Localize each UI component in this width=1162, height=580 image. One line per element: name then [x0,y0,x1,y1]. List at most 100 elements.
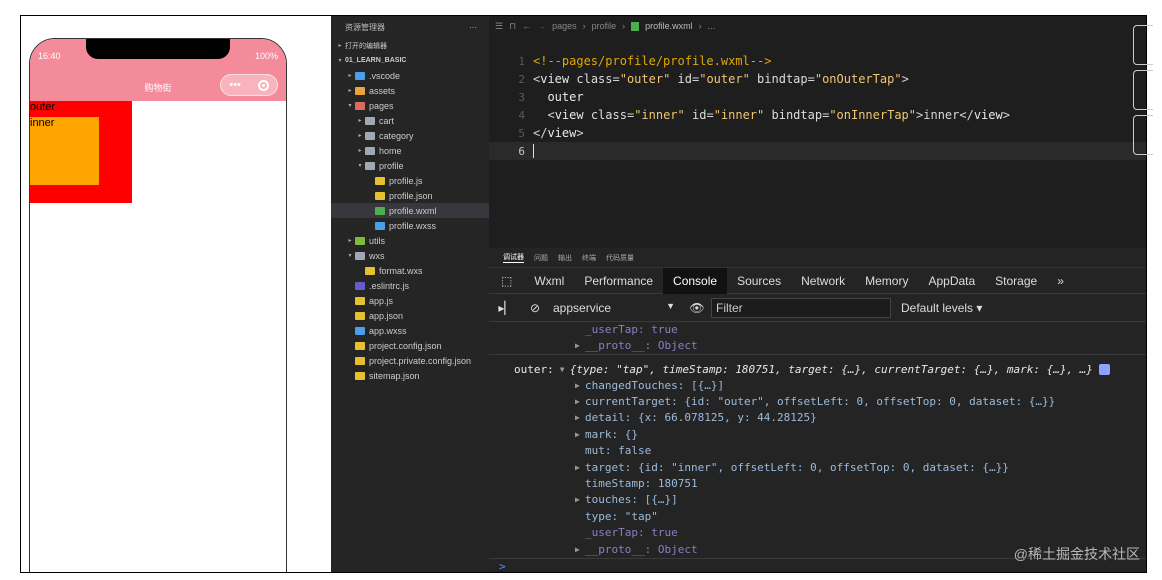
prop-text: timeStamp: 180751 [585,476,698,490]
tree-item[interactable]: profile.json [331,188,489,203]
tree-item[interactable]: ▾ wxs [331,248,489,263]
code-editor[interactable]: ☰ ⊓ ← → pages › profile › profile.wxml ›… [489,16,1146,248]
js-file-icon [375,176,385,185]
project-section[interactable]: ▾ 01_LEARN_BASIC [331,53,489,68]
edge-box [1133,115,1153,155]
levels-select[interactable]: Default levels ▾ [901,301,982,315]
explorer-more-button[interactable]: ··· [469,23,477,32]
tab-storage[interactable]: Storage [985,268,1047,294]
prop-text: type: "tap" [585,509,658,523]
tree-item[interactable]: format.wxs [331,263,489,278]
chevron-right-icon: ▸ [358,133,362,139]
code-line[interactable]: 6 [489,142,1146,160]
tree-item[interactable]: ▸ home [331,143,489,158]
tree-item[interactable]: sitemap.json [331,368,489,383]
log-prop[interactable]: ▶ __proto__: Object [575,337,698,353]
more-icon[interactable]: ••• [229,79,241,91]
tree-item-label: .vscode [369,70,401,81]
breadcrumb-item[interactable]: pages [552,21,577,31]
capsule-button[interactable]: ••• [220,74,278,96]
forward-icon[interactable]: → [537,21,546,31]
json-file-icon [375,191,385,200]
file-explorer: 资源管理器 ··· ▸ 打开的编辑器 ▾ 01_LEARN_BASIC ▸ .vs… [331,16,489,572]
tab-console[interactable]: Console [663,267,728,294]
breadcrumb-item[interactable]: profile [592,21,617,31]
chevron-right-icon: ▸ [348,88,352,94]
tree-item[interactable]: project.config.json [331,338,489,353]
tab-terminal[interactable]: 终端 [582,253,596,263]
tree-item[interactable]: ▸ cart [331,113,489,128]
code-line[interactable]: 2 <view class="outer" id="outer" bindtap=… [489,70,1146,88]
open-editors-section[interactable]: ▸ 打开的编辑器 [331,38,489,53]
tab-network[interactable]: Network [791,268,855,294]
bookmark-icon[interactable]: ⊓ [509,21,516,32]
log-prop[interactable]: ▶ changedTouches: [{…}] [575,377,724,393]
tab-debugger[interactable]: 调试器 [503,252,524,263]
prop-text: __proto__: Object [585,338,698,352]
filter-input[interactable]: Filter [711,297,891,318]
log-prop: _userTap: true [585,525,678,541]
tree-item-label: app.wxss [369,325,407,336]
log-prop[interactable]: ▶ mark: {} [575,426,638,442]
tree-item[interactable]: app.json [331,308,489,323]
tab-memory[interactable]: Memory [855,268,918,294]
battery-indicator: 100% [254,51,278,61]
tree-item[interactable]: app.wxss [331,323,489,338]
tree-item[interactable]: .eslintrc.js [331,278,489,293]
tree-item[interactable]: ▸ utils [331,233,489,248]
log-entry[interactable]: outer: ▼ {type: "tap", timeStamp: 180751… [514,361,1110,377]
outer-view[interactable]: outer inner [30,101,132,203]
tab-problems[interactable]: 问题 [534,253,548,263]
chevron-down-icon: ▾ [358,163,362,169]
close-target-icon[interactable] [257,79,269,91]
code-line[interactable]: 5 </view> [489,124,1146,142]
log-prop[interactable]: ▶ touches: [{…}] [575,492,678,508]
code-line[interactable]: 3 outer [489,88,1146,106]
tab-sources[interactable]: Sources [727,268,791,294]
tree-item[interactable]: profile.wxml [331,203,489,218]
tree-item[interactable]: profile.js [331,173,489,188]
tree-item[interactable]: ▸ assets [331,83,489,98]
tree-item[interactable]: app.js [331,293,489,308]
line-number: 6 [518,144,525,158]
file-tree: ▸ .vscode ▸ assets ▾ pages ▸ cart ▸ category ▸ home… [331,68,489,383]
context-select[interactable]: appservice ▼ [547,301,683,315]
log-summary: {type: "tap", timeStamp: 180751, target:… [569,362,1093,376]
log-prop[interactable]: ▶ __proto__: Object [575,541,698,557]
tab-appdata[interactable]: AppData [918,268,985,294]
log-prop[interactable]: ▶ currentTarget: {id: "outer", offsetLeft… [575,393,1055,409]
tab-output[interactable]: 输出 [558,253,572,263]
list-icon[interactable]: ☰ [495,21,503,32]
tree-item[interactable]: ▾ pages [331,98,489,113]
console-prompt[interactable]: > [499,558,506,573]
inner-view[interactable]: inner [30,117,99,185]
breadcrumb-item[interactable]: ... [708,21,716,31]
explorer-title: 资源管理器 [345,22,385,32]
more-tabs-icon[interactable]: » [1047,268,1074,294]
expand-icon: ▶ [575,380,580,390]
inspect-icon[interactable]: ⬚ [489,268,524,294]
tab-performance[interactable]: Performance [574,268,663,294]
code-line[interactable]: 1 <!--pages/profile/profile.wxml--> [489,52,1146,70]
sidebar-toggle-icon[interactable]: ▸▏ [489,301,523,315]
breadcrumb-item[interactable]: profile.wxml [645,21,693,31]
clear-console-icon[interactable]: ⊘ [523,301,547,315]
tree-item[interactable]: ▾ profile [331,158,489,173]
tree-item[interactable]: ▸ category [331,128,489,143]
tree-item[interactable]: project.private.config.json [331,353,489,368]
code-line[interactable]: 4 <view class="inner" id="inner" bindtap… [489,106,1146,124]
log-divider [489,354,1146,355]
tree-item[interactable]: ▸ .vscode [331,68,489,83]
status-bar: 16:40 100% [30,39,286,71]
eye-icon[interactable]: 👁 [683,301,711,315]
log-label: outer: [514,362,554,376]
tree-item-label: app.json [369,310,404,321]
back-icon[interactable]: ← [522,21,531,31]
log-prop[interactable]: ▶ detail: {x: 66.078125, y: 44.28125} [575,410,817,426]
tree-item[interactable]: profile.wxss [331,218,489,233]
status-time: 16:40 [38,51,61,61]
tab-wxml[interactable]: Wxml [524,268,574,294]
prop-text: detail: {x: 66.078125, y: 44.28125} [585,411,817,425]
log-prop[interactable]: ▶ target: {id: "inner", offsetLeft: 0, of… [575,459,1009,475]
tab-code-quality[interactable]: 代码质量 [606,253,634,263]
